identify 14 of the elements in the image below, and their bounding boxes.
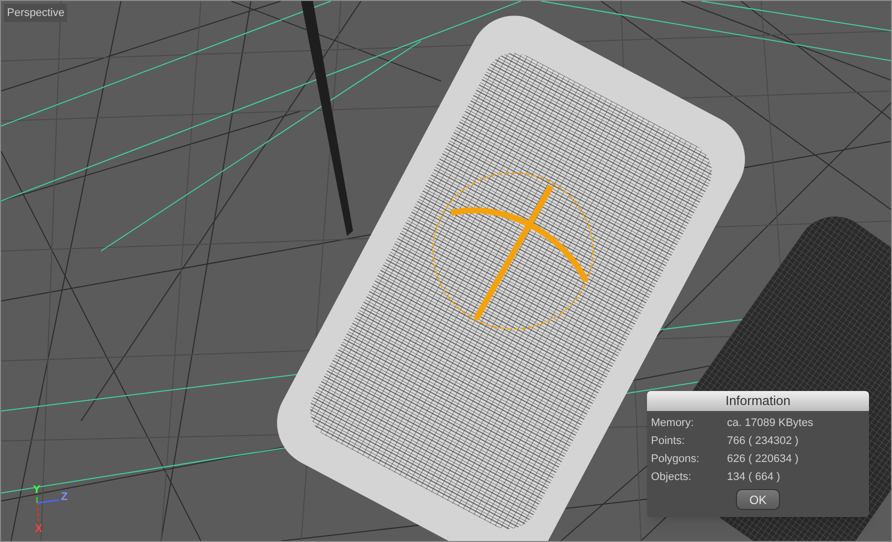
info-value: ca. 17089 KBytes xyxy=(727,416,814,431)
info-label: Memory: xyxy=(651,416,695,431)
viewport-title: Perspective xyxy=(4,4,68,22)
ok-button[interactable]: OK xyxy=(736,489,780,510)
dialog-title: Information xyxy=(647,391,869,411)
axis-label: X xyxy=(35,524,42,535)
info-value: 626 ( 220634 ) xyxy=(727,452,799,467)
axis-label: Y xyxy=(33,485,40,496)
info-label: Polygons: xyxy=(651,452,700,467)
info-value: 766 ( 234302 ) xyxy=(727,434,799,449)
axis-label: Z xyxy=(61,492,68,503)
info-label: Objects: xyxy=(651,470,692,485)
info-label: Points: xyxy=(651,434,686,449)
info-value: 134 ( 664 ) xyxy=(727,470,780,485)
